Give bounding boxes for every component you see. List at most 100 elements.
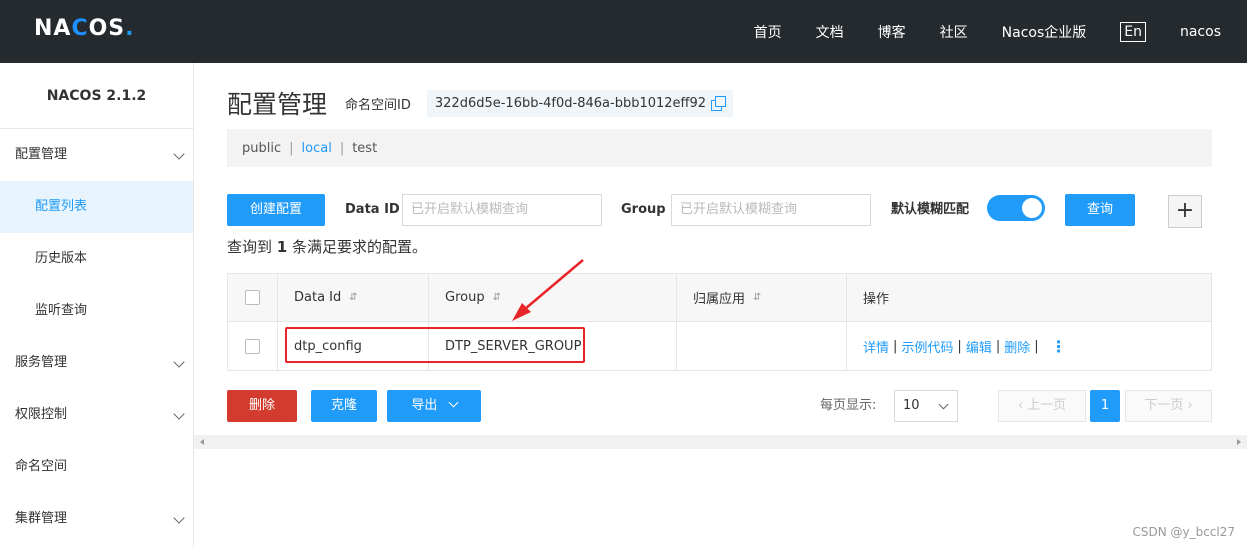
sort-icon[interactable]: ⇵ bbox=[753, 292, 761, 303]
sidebar-version-title: NACOS 2.1.2 bbox=[0, 63, 193, 129]
sidebar-item-listener-query[interactable]: 监听查询 bbox=[0, 285, 193, 337]
sidebar-item-access-control[interactable]: 权限控制 bbox=[0, 389, 193, 441]
sort-icon[interactable]: ⇵ bbox=[349, 292, 357, 303]
sidebar-item-label: 集群管理 bbox=[15, 511, 68, 526]
export-label: 导出 bbox=[411, 398, 438, 413]
current-page-button[interactable]: 1 bbox=[1090, 390, 1120, 422]
page-size-value: 10 bbox=[903, 398, 920, 413]
title-row: 配置管理 命名空间ID 322d6d5e-16bb-4f0d-846a-bbb1… bbox=[227, 85, 734, 121]
op-separator: | bbox=[995, 338, 1001, 354]
chevron-down-icon bbox=[173, 408, 185, 420]
sidebar-item-service-management[interactable]: 服务管理 bbox=[0, 337, 193, 389]
nacos-logo[interactable]: NACOS. bbox=[34, 16, 135, 41]
nav-community[interactable]: 社区 bbox=[940, 22, 968, 42]
sidebar-item-label: 监听查询 bbox=[35, 303, 88, 318]
bottom-actions: 删除 克隆 导出 每页显示: 10 ‹ 上一页 1 下一页 › bbox=[227, 390, 1212, 422]
clone-button[interactable]: 克隆 bbox=[311, 390, 377, 422]
sidebar-item-label: 历史版本 bbox=[35, 251, 88, 266]
sample-code-link[interactable]: 示例代码 bbox=[901, 337, 953, 356]
fuzzy-match-label: 默认模糊匹配 bbox=[891, 202, 970, 217]
create-config-button[interactable]: 创建配置 bbox=[227, 194, 325, 226]
horizontal-scrollbar[interactable] bbox=[194, 435, 1247, 449]
cell-actions: 详情 | 示例代码 | 编辑 | 删除 | ⋮ bbox=[847, 322, 1211, 370]
namespace-id-text: 322d6d5e-16bb-4f0d-846a-bbb1012eff92 bbox=[434, 95, 707, 111]
namespace-id-value: 322d6d5e-16bb-4f0d-846a-bbb1012eff92 bbox=[426, 89, 734, 117]
annotation-highlight-box bbox=[285, 327, 585, 363]
delete-link[interactable]: 删除 bbox=[1004, 337, 1030, 356]
sidebar-item-label: 命名空间 bbox=[15, 459, 68, 474]
more-vertical-icon[interactable]: ⋮ bbox=[1051, 337, 1067, 356]
sidebar-item-label: 服务管理 bbox=[15, 355, 68, 370]
export-button[interactable]: 导出 bbox=[387, 390, 481, 422]
language-switch[interactable]: En bbox=[1120, 21, 1146, 42]
user-menu[interactable]: nacos bbox=[1180, 24, 1221, 40]
nav-docs[interactable]: 文档 bbox=[816, 22, 844, 42]
op-separator: | bbox=[1034, 338, 1039, 354]
next-page-label: 下一页 bbox=[1144, 398, 1184, 413]
table-header-row: Data Id ⇵ Group ⇵ 归属应用 ⇵ 操作 bbox=[228, 274, 1211, 322]
namespace-tabs: public | local | test bbox=[227, 129, 1212, 167]
sidebar-item-config-management[interactable]: 配置管理 bbox=[0, 129, 193, 181]
chevron-down-icon bbox=[938, 399, 949, 410]
result-prefix: 查询到 bbox=[227, 238, 273, 256]
row-checkbox-cell bbox=[228, 322, 278, 370]
group-input[interactable]: 已开启默认模糊查询 bbox=[671, 194, 871, 226]
result-count: 1 bbox=[276, 238, 288, 256]
chevron-down-icon bbox=[173, 512, 185, 524]
chevron-down-icon bbox=[173, 148, 185, 160]
header-label: 归属应用 bbox=[693, 292, 746, 307]
detail-link[interactable]: 详情 bbox=[863, 337, 889, 356]
sidebar-item-config-list[interactable]: 配置列表 bbox=[0, 181, 193, 233]
header-app[interactable]: 归属应用 ⇵ bbox=[677, 274, 847, 321]
data-id-input[interactable]: 已开启默认模糊查询 bbox=[402, 194, 602, 226]
next-page-button[interactable]: 下一页 › bbox=[1125, 390, 1212, 422]
sidebar-item-label: 权限控制 bbox=[15, 407, 68, 422]
namespace-tab-public[interactable]: public bbox=[242, 141, 281, 156]
page-title: 配置管理 bbox=[227, 90, 328, 119]
page-size-select[interactable]: 10 bbox=[894, 390, 958, 422]
namespace-separator: | bbox=[339, 140, 345, 156]
copy-icon[interactable] bbox=[711, 96, 727, 111]
watermark: CSDN @y_bccl27 bbox=[1132, 525, 1235, 539]
scroll-right-icon[interactable] bbox=[1237, 439, 1241, 445]
namespace-tab-test[interactable]: test bbox=[352, 141, 377, 156]
namespace-tab-local[interactable]: local bbox=[302, 141, 332, 156]
nav-home[interactable]: 首页 bbox=[754, 22, 782, 42]
cell-app bbox=[677, 322, 847, 370]
edit-link[interactable]: 编辑 bbox=[966, 337, 992, 356]
group-label: Group bbox=[621, 202, 666, 217]
sidebar-item-label: 配置列表 bbox=[35, 199, 88, 214]
namespace-separator: | bbox=[289, 140, 294, 156]
filter-row: 创建配置 Data ID 已开启默认模糊查询 Group 已开启默认模糊查询 默… bbox=[227, 194, 1212, 228]
toggle-knob bbox=[1022, 198, 1042, 218]
header-actions: 操作 bbox=[847, 274, 1211, 321]
prev-page-button[interactable]: ‹ 上一页 bbox=[998, 390, 1086, 422]
prev-page-label: 上一页 bbox=[1027, 398, 1067, 413]
header-checkbox-cell bbox=[228, 274, 278, 321]
header-label: Data Id bbox=[294, 290, 342, 305]
result-summary: 查询到 1 条满足要求的配置。 bbox=[227, 236, 427, 257]
top-nav-links: 首页 文档 博客 社区 Nacos企业版 En nacos bbox=[754, 0, 1247, 63]
nav-blog[interactable]: 博客 bbox=[878, 22, 906, 42]
header-data-id[interactable]: Data Id ⇵ bbox=[278, 274, 429, 321]
nav-enterprise[interactable]: Nacos企业版 bbox=[1002, 22, 1087, 42]
select-all-checkbox[interactable] bbox=[245, 290, 260, 305]
plus-icon[interactable]: + bbox=[1168, 195, 1202, 228]
fuzzy-match-toggle[interactable] bbox=[987, 195, 1045, 221]
row-checkbox[interactable] bbox=[245, 338, 260, 354]
namespace-id-label: 命名空间ID bbox=[345, 97, 411, 113]
query-button[interactable]: 查询 bbox=[1065, 194, 1135, 226]
result-suffix: 条满足要求的配置。 bbox=[292, 238, 428, 256]
sidebar: NACOS 2.1.2 配置管理 配置列表 历史版本 监听查询 服务管理 权限控… bbox=[0, 63, 194, 547]
top-nav-bar: NACOS. 首页 文档 博客 社区 Nacos企业版 En nacos bbox=[0, 0, 1247, 63]
sidebar-item-namespace[interactable]: 命名空间 bbox=[0, 441, 193, 493]
annotation-arrow-icon bbox=[512, 259, 584, 321]
header-label: Group bbox=[445, 290, 485, 305]
op-separator: | bbox=[893, 338, 898, 354]
sidebar-item-history[interactable]: 历史版本 bbox=[0, 233, 193, 285]
sort-icon[interactable]: ⇵ bbox=[493, 292, 501, 303]
batch-delete-button[interactable]: 删除 bbox=[227, 390, 297, 422]
scroll-left-icon[interactable] bbox=[200, 439, 204, 445]
op-separator: | bbox=[957, 338, 962, 354]
sidebar-item-cluster-management[interactable]: 集群管理 bbox=[0, 493, 193, 545]
